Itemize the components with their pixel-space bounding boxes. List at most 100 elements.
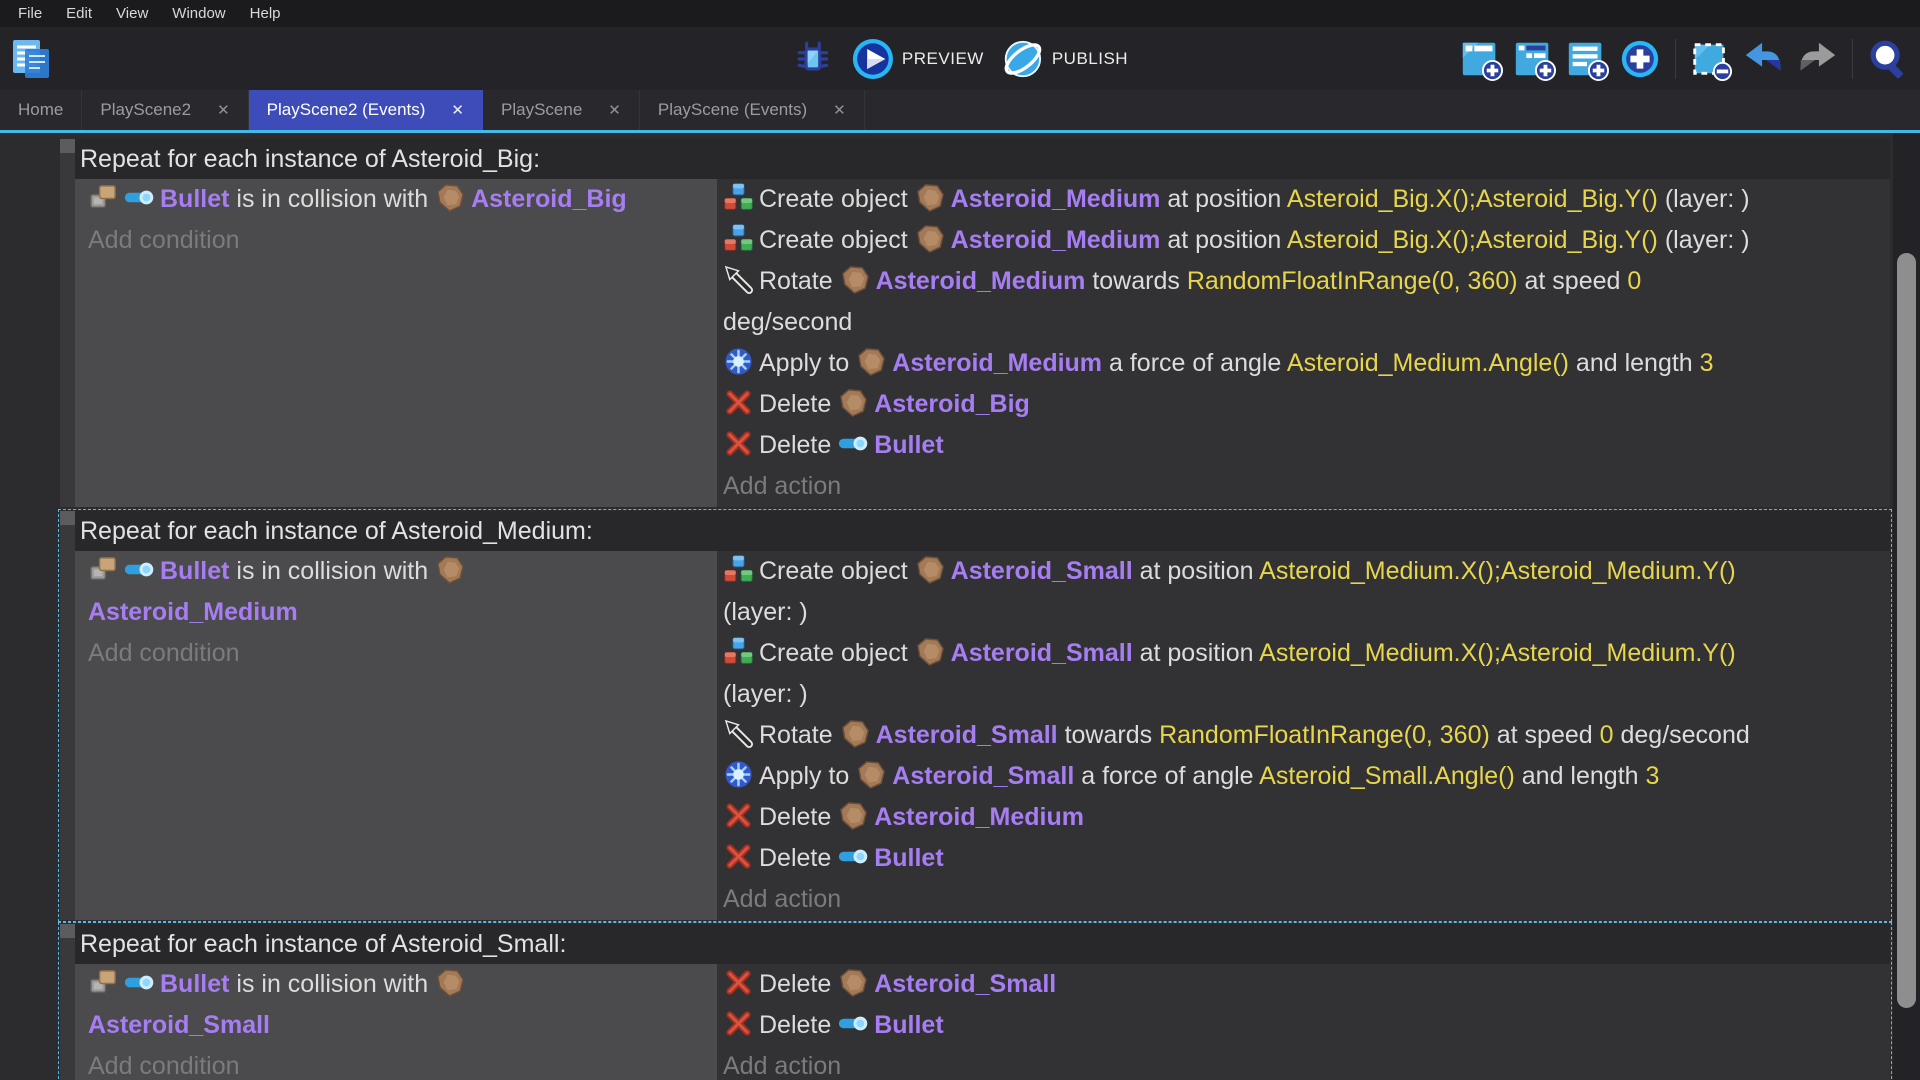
event-header[interactable]: Repeat for each instance of Asteroid_Big… [75,139,1890,179]
event-header[interactable]: Repeat for each instance of Asteroid_Sma… [75,924,1890,964]
tab-playscene-events-[interactable]: PlayScene (Events)✕ [640,90,865,130]
event-drag-handle[interactable] [60,139,75,507]
add-action-button[interactable]: Add action [723,879,1890,920]
event-block-1[interactable]: Repeat for each instance of Asteroid_Big… [60,139,1890,507]
close-tab-icon[interactable]: ✕ [217,101,230,119]
condition-entry[interactable]: Bullet is in collision with Asteroid_Med… [88,551,717,633]
expression: Asteroid_Medium.X();Asteroid_Medium.Y() [1259,557,1736,585]
redo-button[interactable] [1795,37,1839,81]
scrollbar-thumb[interactable] [1897,253,1916,1008]
action-line: Rotate Asteroid_Small towards RandomFloa… [723,715,1890,756]
add-comment-button[interactable] [1565,37,1609,81]
add-action-button[interactable]: Add action [723,1046,1890,1080]
tab-playscene[interactable]: PlayScene✕ [483,90,640,130]
action-entry[interactable]: Delete Asteroid_Big [723,384,1890,425]
close-tab-icon[interactable]: ✕ [608,101,621,119]
asteroid-icon [840,718,871,749]
condition-line: Asteroid_Medium [88,592,717,633]
conditions-column: Bullet is in collision with Asteroid_Sma… [75,964,717,1080]
text: at speed [1490,721,1600,749]
action-line: Delete Bullet [723,1005,1890,1046]
menu-edit[interactable]: Edit [54,5,104,22]
text: Create object [759,226,915,254]
event-drag-handle[interactable] [60,511,75,920]
action-entry[interactable]: Delete Asteroid_Medium [723,797,1890,838]
vertical-scrollbar[interactable] [1893,133,1920,1080]
bullet-icon [124,967,155,998]
text: towards [1058,721,1159,749]
text: Delete [759,844,838,872]
expression: Asteroid_Big.X();Asteroid_Big.Y() [1287,185,1658,213]
create-object-icon [723,636,754,667]
action-entry[interactable]: Delete Bullet [723,1005,1890,1046]
preview-button[interactable]: PREVIEW [852,38,984,80]
deselect-button[interactable] [1689,37,1733,81]
event-body: Bullet is in collision with Asteroid_Med… [75,551,1890,920]
close-tab-icon[interactable]: ✕ [451,101,464,119]
asteroid-icon [915,554,946,585]
action-line: (layer: ) [723,592,1890,633]
object-name: Asteroid_Medium [876,267,1086,295]
action-entry[interactable]: Apply to Asteroid_Small a force of angle… [723,756,1890,797]
text: at position [1133,639,1259,667]
delete-icon [723,800,754,831]
menu-view[interactable]: View [104,5,160,22]
action-entry[interactable]: Create object Asteroid_Small at position… [723,551,1890,633]
add-new-button[interactable] [1618,37,1662,81]
add-action-button[interactable]: Add action [723,466,1890,507]
menu-help[interactable]: Help [238,5,293,22]
expression: 3 [1700,349,1714,377]
condition-line: Bullet is in collision with [88,964,717,1005]
add-condition-button[interactable]: Add condition [88,633,717,674]
add-condition-button[interactable]: Add condition [88,220,717,261]
text: Rotate [759,721,840,749]
event-block-3[interactable]: Repeat for each instance of Asteroid_Sma… [60,924,1890,1080]
event-header[interactable]: Repeat for each instance of Asteroid_Med… [75,511,1890,551]
delete-icon [723,387,754,418]
add-event-button[interactable] [1459,37,1503,81]
condition-entry[interactable]: Bullet is in collision with Asteroid_Big [88,179,717,220]
action-entry[interactable]: Rotate Asteroid_Medium towards RandomFlo… [723,261,1890,343]
publish-button[interactable]: PUBLISH [1002,38,1128,80]
delete-icon [723,1008,754,1039]
add-condition-button[interactable]: Add condition [88,1046,717,1080]
actions-column: Create object Asteroid_Small at position… [717,551,1890,920]
action-entry[interactable]: Apply to Asteroid_Medium a force of angl… [723,343,1890,384]
preview-play-icon [852,38,894,80]
text: Delete [759,390,838,418]
text: at position [1160,185,1286,213]
text: (layer: ) [723,598,808,626]
add-new-icon [1618,37,1662,81]
action-entry[interactable]: Create object Asteroid_Medium at positio… [723,220,1890,261]
add-subevent-button[interactable] [1512,37,1556,81]
events-list: Repeat for each instance of Asteroid_Big… [0,133,1920,1080]
action-entry[interactable]: Rotate Asteroid_Small towards RandomFloa… [723,715,1890,756]
tab-home[interactable]: Home [0,90,82,130]
search-button[interactable] [1866,37,1910,81]
close-tab-icon[interactable]: ✕ [833,101,846,119]
toolbar-right [1459,27,1910,90]
action-line: Create object Asteroid_Small at position… [723,633,1890,674]
menu-window[interactable]: Window [160,5,237,22]
debug-button[interactable] [792,38,834,80]
delete-icon [723,841,754,872]
action-entry[interactable]: Create object Asteroid_Medium at positio… [723,179,1890,220]
condition-entry[interactable]: Bullet is in collision with Asteroid_Sma… [88,964,717,1046]
action-entry[interactable]: Delete Bullet [723,838,1890,879]
deselect-icon [1689,37,1733,81]
menu-file[interactable]: File [6,5,54,22]
undo-button[interactable] [1742,37,1786,81]
action-entry[interactable]: Create object Asteroid_Small at position… [723,633,1890,715]
action-line: Delete Asteroid_Small [723,964,1890,1005]
action-entry[interactable]: Delete Asteroid_Small [723,964,1890,1005]
publish-label: PUBLISH [1052,49,1128,69]
event-block-2[interactable]: Repeat for each instance of Asteroid_Med… [60,511,1890,920]
object-name: Bullet [160,185,229,213]
action-entry[interactable]: Delete Bullet [723,425,1890,466]
object-name: Asteroid_Small [951,639,1133,667]
tab-playscene2[interactable]: PlayScene2✕ [82,90,248,130]
bullet-icon [838,428,869,459]
tab-playscene2-events-[interactable]: PlayScene2 (Events)✕ [249,90,483,130]
event-drag-handle[interactable] [60,924,75,1080]
text: Rotate [759,267,840,295]
